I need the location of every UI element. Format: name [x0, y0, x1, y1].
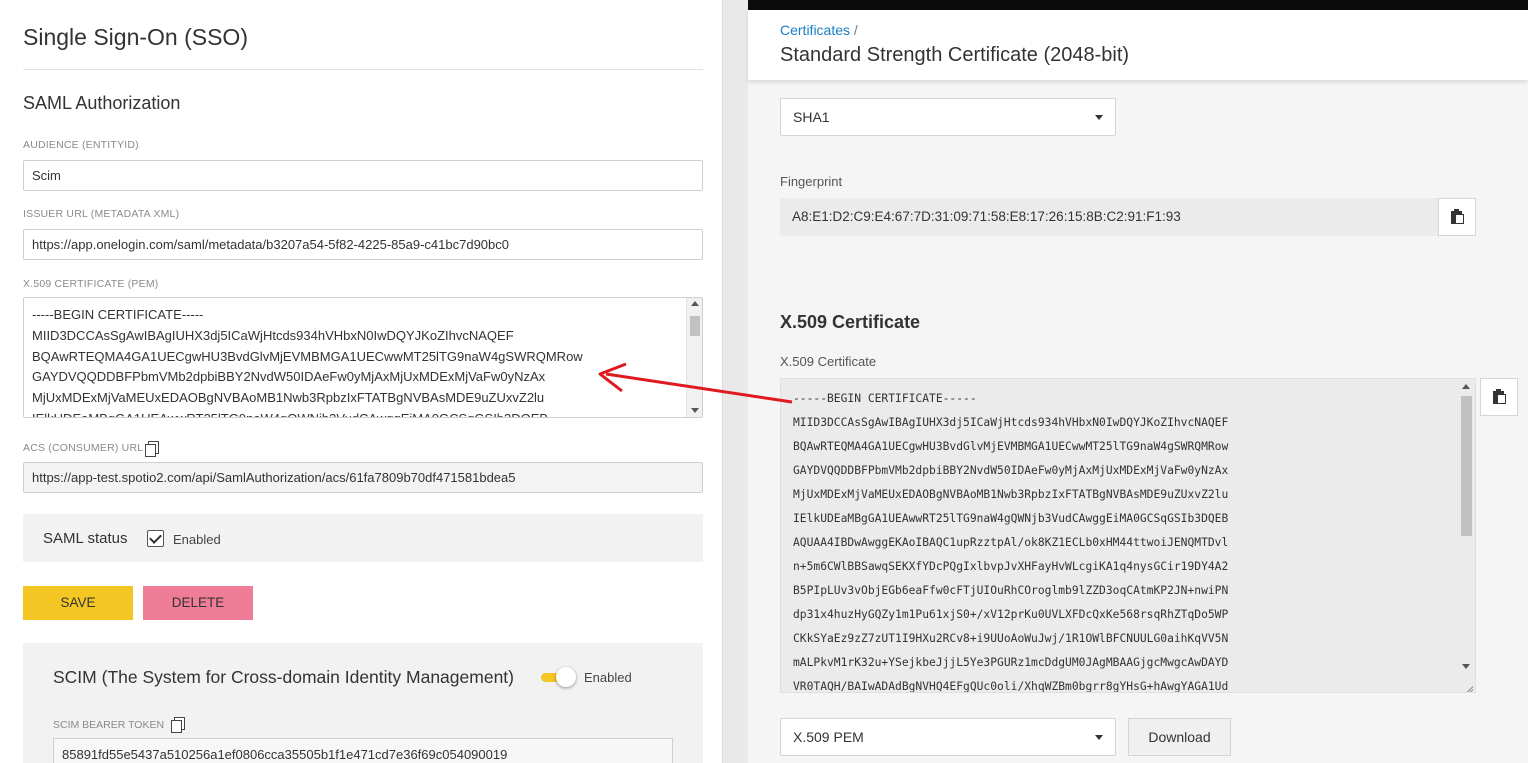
- copy-icon[interactable]: [145, 441, 159, 457]
- scim-enabled-label: Enabled: [584, 670, 632, 685]
- cert-line: dp31x4huzHyGQZy1m1Pu61xjS0+/xV12prKu0UVL…: [793, 608, 1229, 621]
- page-title: Standard Strength Certificate (2048-bit): [780, 44, 1130, 66]
- fingerprint-value: A8:E1:D2:C9:E4:67:7D:31:09:71:58:E8:17:2…: [780, 198, 1438, 236]
- cert-line: VR0TAQH/BAIwADAdBgNVHQ4EFgQUc0oli/XhqWZB…: [793, 680, 1229, 693]
- cert-line: GAYDVQQDDBFPbmVMb2dpbiBBY2NvdW50IDAeFw0y…: [793, 464, 1229, 477]
- format-select-value: X.509 PEM: [793, 729, 864, 745]
- cert-line: MjUxMDExMjVaMEUxEDAOBgNVBAoMB1Nwb3RpbzIx…: [32, 390, 545, 406]
- scim-toggle[interactable]: [541, 667, 576, 687]
- scroll-up-arrow-icon[interactable]: [1462, 384, 1470, 389]
- cert-line: MIID3DCCAsSgAwIBAgIUHX3dj5ICaWjHtcds934h…: [793, 416, 1229, 429]
- sso-settings-panel: Single Sign-On (SSO) SAML Authorization …: [0, 0, 723, 763]
- cert-line: -----BEGIN CERTIFICATE-----: [32, 307, 204, 322]
- certificate-label: X.509 Certificate: [780, 354, 877, 369]
- certificate-text: -----BEGIN CERTIFICATE----- MIID3DCCAsSg…: [32, 305, 682, 417]
- certificate-scrollbar[interactable]: [686, 298, 702, 417]
- download-button[interactable]: Download: [1128, 718, 1231, 756]
- cert-line: MjUxMDExMjVaMEUxEDAOBgNVBAoMB1Nwb3RpbzIx…: [793, 488, 1229, 501]
- breadcrumb-link-certificates[interactable]: Certificates: [780, 22, 850, 38]
- page-title: Single Sign-On (SSO): [23, 24, 248, 50]
- top-bar: [748, 0, 1528, 10]
- header: Certificates / Standard Strength Certifi…: [748, 10, 1528, 80]
- scim-token-label: SCIM BEARER TOKEN: [53, 719, 165, 731]
- scroll-down-arrow-icon[interactable]: [1462, 664, 1470, 669]
- section-title: SAML Authorization: [23, 93, 181, 113]
- cert-line: mALPkvM1rK32u+YSejkbeJjjL5Ye3PGURz1mcDdg…: [793, 656, 1229, 669]
- chevron-down-icon: [1095, 115, 1103, 120]
- issuer-url-input[interactable]: https://app.onelogin.com/saml/metadata/b…: [23, 229, 703, 260]
- save-button[interactable]: SAVE: [23, 586, 133, 620]
- cert-line: BQAwRTEQMA4GA1UECgwHU3BvdGlvMjEVMBMGA1UE…: [793, 440, 1229, 453]
- breadcrumb: Certificates /: [780, 22, 858, 38]
- copy-certificate-button[interactable]: [1480, 378, 1518, 416]
- audience-label: AUDIENCE (ENTITYID): [23, 139, 139, 151]
- algorithm-select[interactable]: SHA1: [780, 98, 1116, 136]
- breadcrumb-separator: /: [853, 22, 858, 38]
- clipboard-icon: [1451, 209, 1465, 225]
- scim-section: SCIM (The System for Cross-domain Identi…: [23, 643, 703, 763]
- copy-fingerprint-button[interactable]: [1438, 198, 1476, 236]
- algorithm-select-value: SHA1: [793, 109, 830, 125]
- issuer-url-label: ISSUER URL (METADATA XML): [23, 208, 180, 220]
- certificate-textarea[interactable]: -----BEGIN CERTIFICATE----- MIID3DCCAsSg…: [23, 297, 703, 418]
- resize-handle-icon[interactable]: [1463, 680, 1473, 690]
- format-select[interactable]: X.509 PEM: [780, 718, 1116, 756]
- cert-line: AQUAA4IBDwAwggEKAoIBAQC1upRzztpAl/ok8KZ1…: [793, 536, 1229, 549]
- cert-line: IElkUDEaMBgGA1UEAwwRT25lTG9naW4gQWNjb3Vu…: [793, 512, 1229, 525]
- scim-token-input[interactable]: 85891fd55e5437a510256a1ef0806cca35505b1f…: [53, 738, 673, 763]
- copy-icon[interactable]: [171, 717, 185, 733]
- delete-button[interactable]: DELETE: [143, 586, 253, 620]
- saml-enabled-checkbox[interactable]: [147, 530, 164, 547]
- saml-status-label: SAML status: [43, 530, 128, 547]
- scim-title: SCIM (The System for Cross-domain Identi…: [53, 667, 514, 687]
- cert-line: CKkSYaEz9zZ7zUT1I9HXu2RCv8+i9UUoAoWuJwj/…: [793, 632, 1229, 645]
- scrollbar-thumb[interactable]: [1461, 396, 1472, 536]
- fingerprint-label: Fingerprint: [780, 174, 843, 189]
- cert-line: GAYDVQQDDBFPbmVMb2dpbiBBY2NvdW50IDAeFw0y…: [32, 369, 546, 385]
- scrollbar-thumb[interactable]: [690, 316, 700, 336]
- certificate-detail-panel: Certificates / Standard Strength Certifi…: [748, 0, 1528, 763]
- cert-line: n+5m6CWlBBSawqSEKXfYDcPQgIxlbvpJvXHFayHv…: [793, 560, 1229, 573]
- acs-url-label: ACS (CONSUMER) URL: [23, 442, 144, 454]
- chevron-down-icon: [1095, 735, 1103, 740]
- toggle-knob: [556, 667, 576, 687]
- cert-line: IElkUDEaMBgGA1UEAwwRT25lTG9naW4gQWNjb3Vu…: [32, 409, 682, 417]
- clipboard-icon: [1493, 389, 1507, 405]
- cert-line: BQAwRTEQMA4GA1UECgwHU3BvdGlvMjEVMBMGA1UE…: [32, 348, 583, 364]
- cert-line: B5PIpLUv3vObjEGb6eaFfw0cFTjUIOuRhCOroglm…: [793, 584, 1229, 597]
- certificate-textarea[interactable]: -----BEGIN CERTIFICATE----- MIID3DCCAsSg…: [780, 378, 1476, 693]
- scroll-up-arrow-icon[interactable]: [691, 301, 699, 306]
- saml-status-row: SAML status Enabled: [23, 514, 703, 562]
- certificate-label: X.509 CERTIFICATE (PEM): [23, 278, 159, 290]
- acs-url-input[interactable]: https://app-test.spotio2.com/api/SamlAut…: [23, 462, 703, 493]
- cert-line: MIID3DCCAsSgAwIBAgIUHX3dj5ICaWjHtcds934h…: [32, 327, 514, 343]
- divider: [23, 69, 703, 70]
- certificate-scrollbar[interactable]: [1458, 379, 1475, 692]
- audience-input[interactable]: Scim: [23, 160, 703, 191]
- section-title: X.509 Certificate: [780, 312, 921, 332]
- saml-enabled-label: Enabled: [173, 532, 221, 547]
- scroll-down-arrow-icon[interactable]: [691, 408, 699, 413]
- certificate-text: -----BEGIN CERTIFICATE----- MIID3DCCAsSg…: [793, 387, 1229, 693]
- cert-line: -----BEGIN CERTIFICATE-----: [793, 392, 977, 405]
